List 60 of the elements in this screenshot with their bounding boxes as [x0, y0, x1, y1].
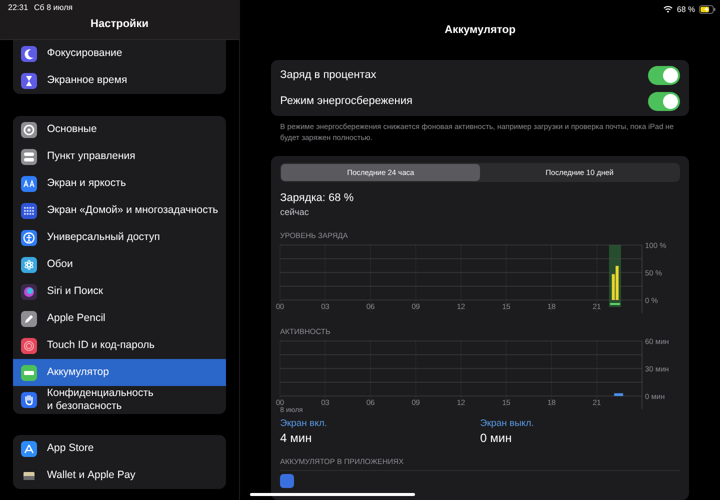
hourglass-icon — [21, 72, 37, 88]
toggle-switch[interactable] — [648, 92, 680, 110]
settings-item-label: Универсальный доступ — [47, 230, 160, 245]
settings-item[interactable]: Универсальный доступ — [13, 224, 226, 251]
settings-item-label: Apple Pencil — [47, 311, 106, 326]
settings-item[interactable]: Touch ID и код-пароль — [13, 332, 226, 359]
switches-icon — [21, 148, 37, 164]
settings-item-label: Siri и Поиск — [47, 284, 103, 299]
settings-item-label: Основные — [47, 122, 97, 137]
settings-item-label: Wallet и Apple Pay — [47, 468, 136, 483]
app-icon — [280, 474, 294, 488]
status-time: 22:31 — [8, 3, 28, 12]
pencil-icon — [21, 310, 37, 326]
settings-item[interactable]: Wallet и Apple Pay — [13, 462, 226, 489]
grid-icon — [21, 202, 37, 218]
charge-status: Зарядка: 68 % — [280, 192, 355, 204]
hand-icon — [21, 392, 37, 408]
moon-icon — [21, 46, 37, 62]
settings-item[interactable]: Конфиденциальность и безопасность — [13, 386, 226, 414]
settings-item[interactable]: App Store — [13, 435, 226, 462]
stat-value: 0 мин — [480, 431, 513, 445]
settings-item-label: Экран «Домой» и многозадачность — [47, 203, 218, 218]
settings-item-label: Конфиденциальность и безопасность — [47, 386, 154, 414]
sidebar-title: Настройки — [0, 12, 240, 40]
chart-bar — [614, 393, 624, 396]
battery-charging-icon — [699, 4, 716, 14]
settings-item-label: Аккумулятор — [47, 365, 109, 380]
settings-item-label: Обои — [47, 257, 73, 272]
settings-item[interactable]: Siri и Поиск — [13, 278, 226, 305]
toggle-label: Заряд в процентах — [280, 69, 376, 81]
toggle-switch[interactable] — [648, 66, 680, 84]
settings-item[interactable]: Экранное время — [13, 67, 226, 94]
settings-item[interactable]: Обои — [13, 251, 226, 278]
settings-item[interactable]: Фокусирование — [13, 40, 226, 67]
page-title: Аккумулятор — [444, 23, 517, 38]
battery-percent: 68 % — [676, 4, 696, 14]
charge-time: сейчас — [280, 207, 310, 217]
settings-item[interactable]: Пункт управления — [13, 143, 226, 170]
status-date: Сб 8 июля — [34, 3, 73, 12]
toggle-label: Режим энергосбережения — [280, 95, 412, 107]
stat-label: Экран выкл. — [480, 418, 535, 429]
settings-item[interactable]: Экран «Домой» и многозадачность — [13, 197, 226, 224]
person-icon — [21, 230, 37, 246]
appstore-icon — [21, 440, 37, 456]
settings-item[interactable]: Основные — [13, 116, 226, 143]
text-icon — [21, 176, 37, 192]
wifi-icon — [662, 5, 673, 13]
battery-icon — [21, 364, 37, 380]
settings-item-label: Экран и яркость — [47, 176, 126, 191]
settings-item-label: App Store — [47, 441, 94, 456]
settings-item-label: Touch ID и код-пароль — [47, 338, 155, 353]
orb-icon — [21, 284, 37, 300]
settings-item[interactable]: Apple Pencil — [13, 305, 226, 332]
stat-value: 4 мин — [280, 431, 313, 445]
settings-item[interactable]: Экран и яркость — [13, 170, 226, 197]
settings-item-label: Экранное время — [47, 73, 128, 88]
settings-item[interactable]: Аккумулятор — [13, 359, 226, 386]
settings-item-label: Пункт управления — [47, 149, 136, 164]
settings-item-label: Фокусирование — [47, 46, 122, 61]
stat-label: Экран вкл. — [280, 418, 328, 429]
